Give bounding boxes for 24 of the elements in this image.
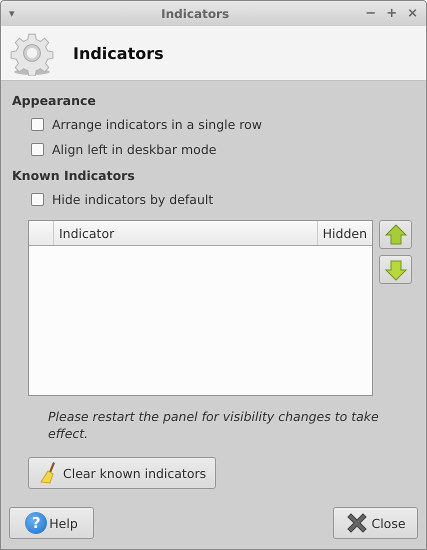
section-title: Appearance bbox=[12, 93, 97, 108]
checkbox-label[interactable]: Align left in deskbar mode bbox=[52, 142, 216, 157]
move-up-button[interactable] bbox=[379, 220, 412, 249]
checkbox[interactable] bbox=[31, 193, 44, 206]
window-title: Indicators bbox=[160, 6, 230, 20]
section-title: Known Indicators bbox=[12, 168, 136, 183]
restart-note: Please restart the panel for visibility changes to take effect. bbox=[48, 408, 380, 442]
close-icon bbox=[345, 511, 370, 535]
column-header[interactable]: Hidden bbox=[318, 221, 372, 245]
header-title: Indicators bbox=[73, 44, 164, 62]
help-button[interactable]: ? Help bbox=[9, 507, 94, 539]
window-control-button[interactable]: + bbox=[386, 6, 398, 21]
column-header[interactable]: Indicator bbox=[54, 221, 318, 245]
move-down-button[interactable] bbox=[379, 255, 412, 284]
checkbox-label[interactable]: Hide indicators by default bbox=[52, 192, 214, 207]
checkbox[interactable] bbox=[31, 143, 44, 156]
checkbox-label[interactable]: Arrange indicators in a single row bbox=[52, 117, 262, 132]
window-control-button[interactable]: − bbox=[365, 6, 376, 21]
checkbox[interactable] bbox=[31, 118, 44, 131]
close-button[interactable]: Close bbox=[333, 507, 418, 539]
help-icon: ? bbox=[25, 512, 48, 534]
clear-known-indicators-button[interactable]: Clear known indicators bbox=[28, 457, 216, 489]
window-control-button[interactable]: × bbox=[407, 6, 418, 21]
window-menu-button[interactable]: ▾ bbox=[9, 7, 25, 20]
